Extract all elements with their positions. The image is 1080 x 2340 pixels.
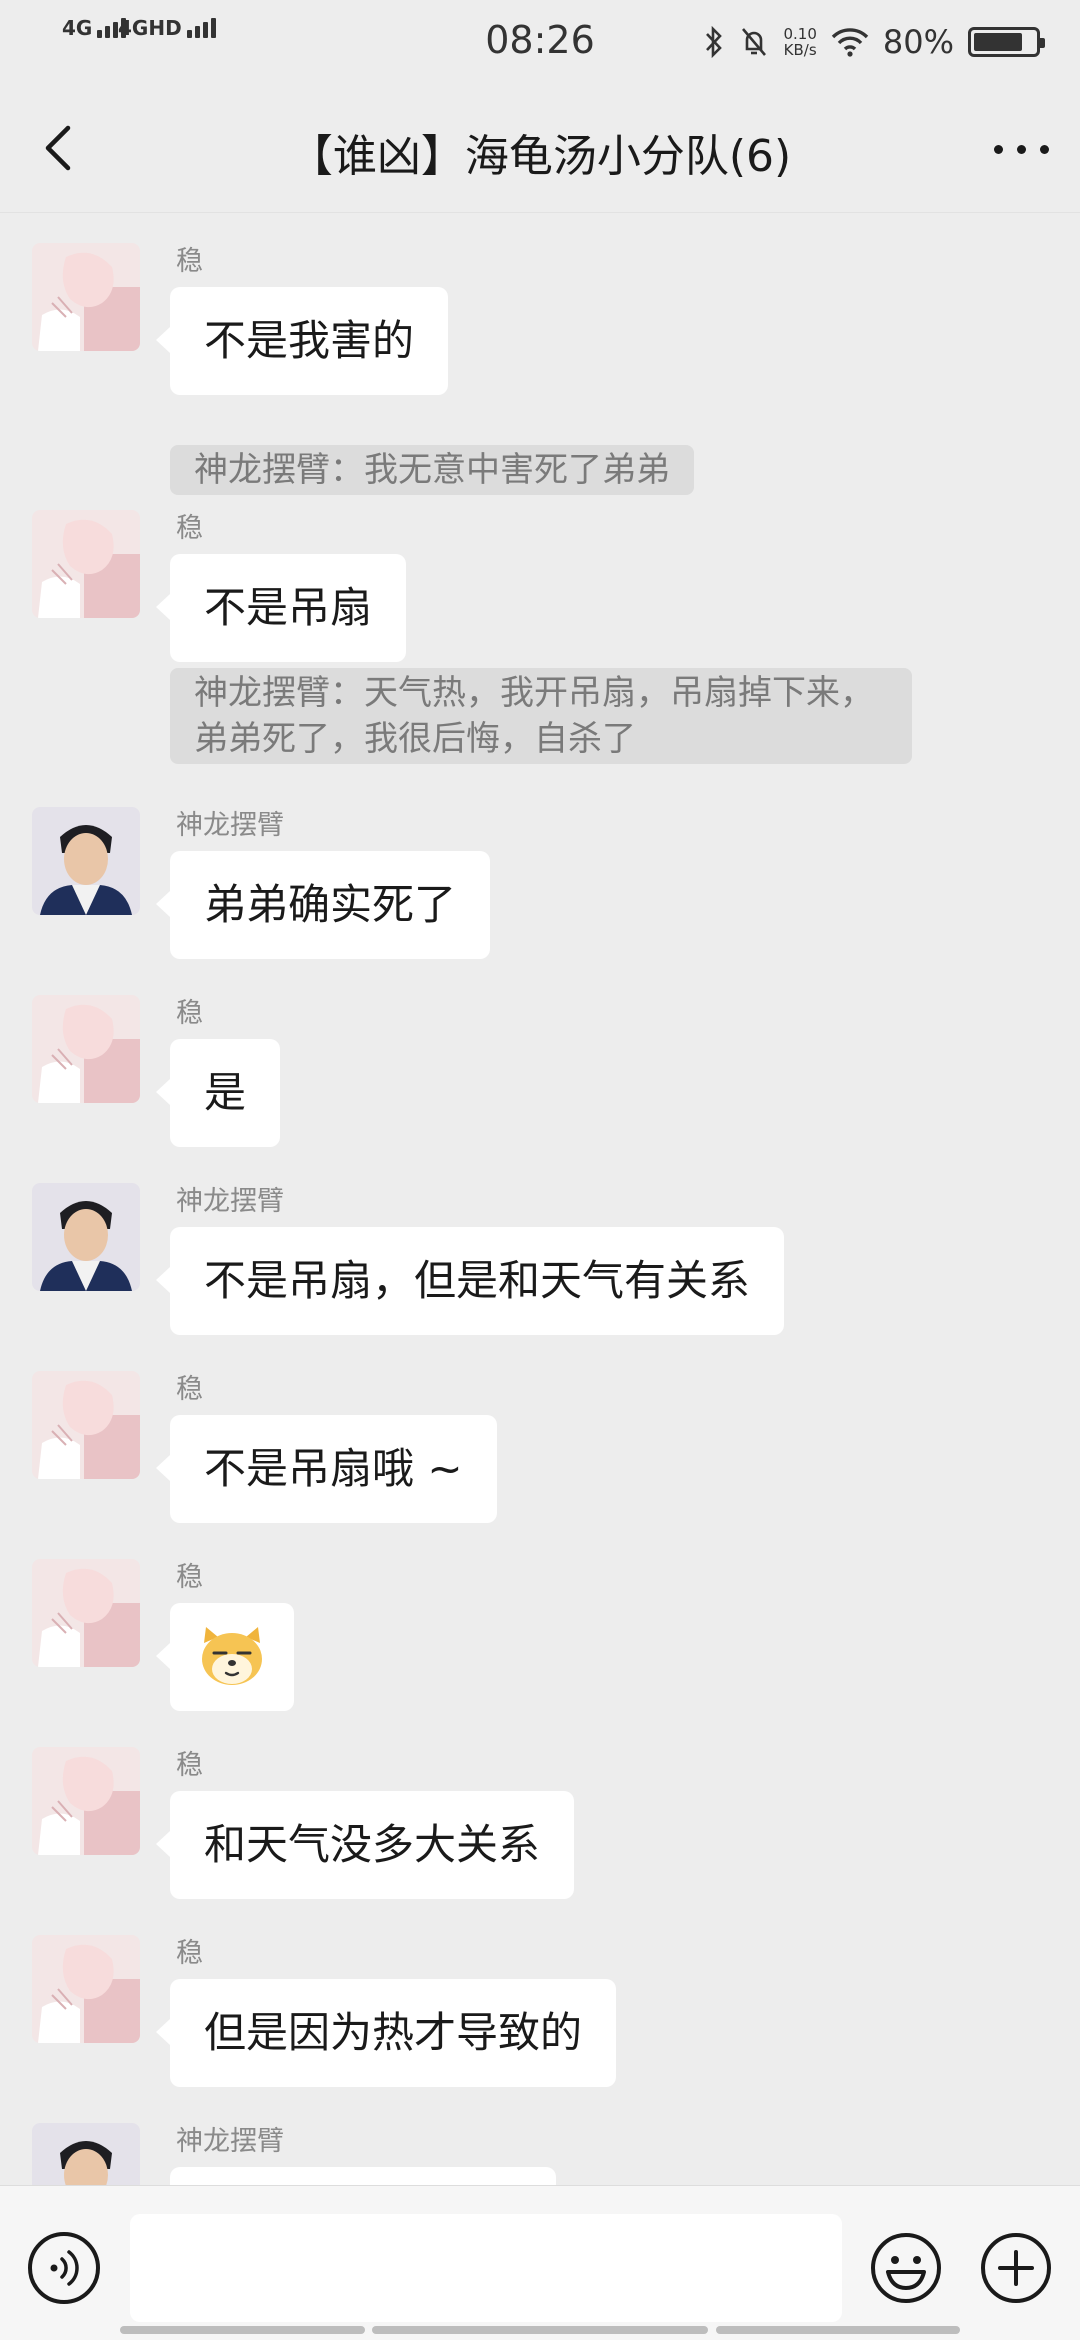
avatar[interactable] — [32, 1559, 140, 1667]
sender-name: 稳 — [176, 1374, 203, 1405]
message-bubble[interactable]: 不是我害的 — [155, 287, 449, 395]
home-indicator — [120, 2326, 365, 2334]
voice-icon — [50, 2250, 79, 2286]
speed-value: 0.10 — [783, 25, 817, 43]
message-bubble[interactable]: 不是吊扇哦 ~ — [156, 1415, 497, 1523]
speed-unit: KB/s — [783, 41, 817, 59]
message-list[interactable]: 稳 不是我害的 神龙摆臂：我无意中害死了弟弟 稳 不是吊扇 神龙摆臂：天气热，我… — [0, 213, 1080, 2185]
sender-name: 稳 — [176, 998, 203, 1029]
home-indicator — [716, 2326, 960, 2334]
voice-button[interactable] — [28, 2232, 100, 2304]
network-speed: 0.10 KB/s — [783, 26, 816, 58]
sender-name: 神龙摆臂 — [176, 1186, 284, 1217]
message-bubble[interactable]: 弟弟确实死了 — [155, 851, 491, 959]
plus-icon — [981, 2233, 1051, 2303]
sender-name: 神龙摆臂 — [176, 2126, 284, 2157]
message-bubble[interactable]: 和天气没多大关系 — [155, 1791, 575, 1899]
wifi-icon — [831, 28, 869, 57]
message-bubble[interactable] — [170, 2167, 556, 2185]
message-input[interactable] — [130, 2214, 842, 2322]
sender-name: 稳 — [176, 513, 203, 544]
doge-emoji-icon — [202, 1627, 262, 1685]
mute-bell-icon — [742, 28, 767, 56]
avatar[interactable] — [32, 1183, 140, 1291]
chat-header: 【谁凶】海龟汤小分队(6) — [0, 84, 1080, 212]
sender-name: 稳 — [176, 1938, 203, 1969]
input-bar — [0, 2185, 1080, 2340]
status-bar: 4G 4GHD 08:26 0.10 KB/s 80% — [0, 0, 1080, 84]
more-button[interactable] — [992, 118, 1052, 178]
avatar[interactable] — [32, 995, 140, 1103]
avatar[interactable] — [32, 510, 140, 618]
sticker-bubble[interactable] — [156, 1603, 294, 1711]
message-bubble[interactable]: 不是吊扇 — [155, 554, 407, 662]
battery-percent: 80% — [882, 23, 954, 61]
battery-fill — [974, 33, 1022, 51]
avatar[interactable] — [32, 1371, 140, 1479]
emoji-button[interactable] — [870, 2232, 942, 2304]
status-icons: 0.10 KB/s 80% — [703, 18, 1045, 66]
sender-name: 稳 — [176, 246, 203, 277]
home-indicator — [372, 2326, 708, 2334]
avatar[interactable] — [32, 243, 140, 351]
sender-name: 稳 — [176, 1562, 203, 1593]
quoted-message[interactable]: 神龙摆臂：天气热，我开吊扇，吊扇掉下来，弟弟死了，我很后悔，自杀了 — [170, 668, 912, 764]
battery-icon — [968, 27, 1045, 57]
avatar[interactable] — [32, 2123, 140, 2185]
more-actions-button[interactable] — [980, 2232, 1052, 2304]
avatar[interactable] — [32, 807, 140, 915]
more-dots-icon — [994, 145, 1003, 154]
message-bubble[interactable]: 但是因为热才导致的 — [155, 1979, 617, 2087]
emoji-icon — [871, 2233, 941, 2303]
sender-name: 稳 — [176, 1750, 203, 1781]
chat-title: 【谁凶】海龟汤小分队(6) — [288, 131, 792, 182]
message-bubble[interactable]: 是 — [155, 1039, 281, 1147]
avatar[interactable] — [32, 1935, 140, 2043]
bluetooth-icon — [706, 25, 723, 59]
quoted-message[interactable]: 神龙摆臂：我无意中害死了弟弟 — [170, 445, 694, 495]
message-bubble[interactable]: 不是吊扇，但是和天气有关系 — [155, 1227, 785, 1335]
sender-name: 神龙摆臂 — [176, 810, 284, 841]
avatar[interactable] — [32, 1747, 140, 1855]
